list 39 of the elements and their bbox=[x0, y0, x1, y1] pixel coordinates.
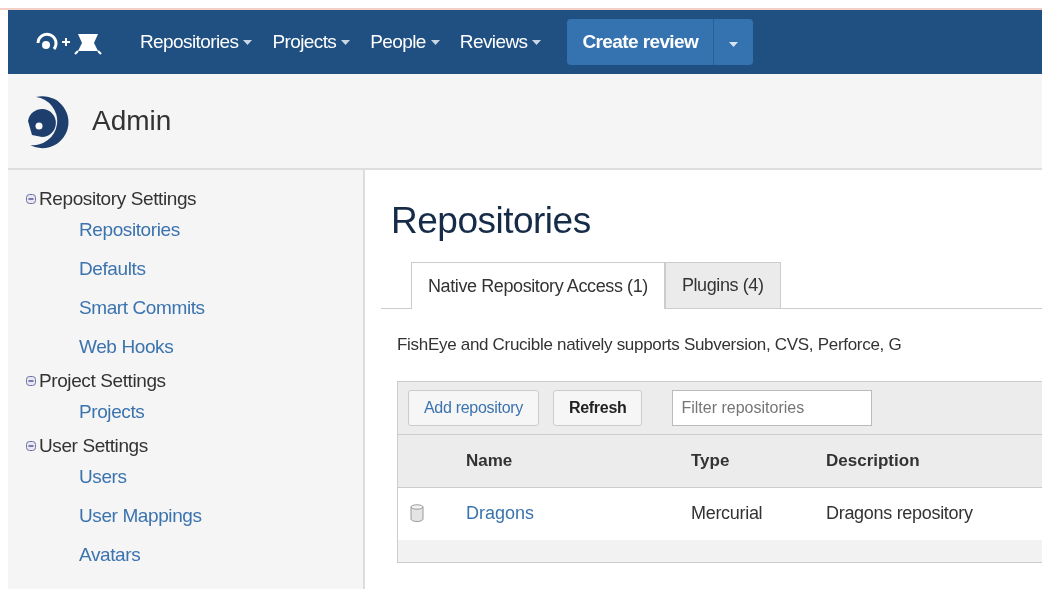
sidebar-link[interactable]: Projects bbox=[26, 394, 363, 433]
tab[interactable]: Native Repository Access (1) bbox=[411, 262, 665, 309]
collapse-icon[interactable] bbox=[26, 441, 36, 451]
caret-icon bbox=[729, 41, 739, 47]
add-repository-button[interactable]: Add repository bbox=[408, 390, 539, 426]
column-header: Name bbox=[466, 451, 514, 471]
sidebar-link[interactable]: User Mappings bbox=[26, 498, 363, 537]
sidebar-link[interactable]: Repositories bbox=[26, 212, 363, 251]
nav-menu[interactable]: Reviews bbox=[453, 31, 556, 53]
table-cell: Dragons repository bbox=[826, 502, 973, 524]
page-title: Admin bbox=[92, 105, 172, 137]
sidebar-link[interactable]: Smart Commits bbox=[26, 290, 363, 329]
sidebar-link[interactable]: Users bbox=[26, 459, 363, 498]
sidebar-link[interactable]: Avatars bbox=[26, 537, 363, 576]
table-cell-text: Mercurial bbox=[691, 502, 764, 524]
caret-icon bbox=[430, 39, 440, 45]
caret-icon bbox=[341, 39, 351, 45]
nav-menu[interactable]: Repositories bbox=[134, 31, 267, 53]
collapse-icon[interactable] bbox=[26, 376, 36, 386]
nav-menu[interactable]: People bbox=[364, 31, 454, 53]
sidebar-section-title: Repository Settings bbox=[39, 188, 197, 210]
description-text: FishEye and Crucible natively supports Subversion, CVS, Perforce, G bbox=[397, 335, 903, 355]
nav-menu[interactable]: Projects bbox=[266, 31, 365, 53]
sidebar-link[interactable]: Web Hooks bbox=[26, 329, 363, 368]
column-header: Type bbox=[691, 451, 731, 471]
sidebar-link[interactable]: Defaults bbox=[26, 251, 363, 290]
database-icon bbox=[410, 504, 424, 522]
caret-icon bbox=[243, 39, 253, 45]
caret-icon bbox=[532, 39, 542, 45]
column-header: Description bbox=[826, 451, 920, 471]
repository-link[interactable]: Dragons bbox=[466, 502, 691, 524]
tab[interactable]: Plugins (4) bbox=[664, 262, 781, 308]
sidebar-section-title: User Settings bbox=[39, 435, 148, 457]
refresh-button[interactable]: Refresh bbox=[552, 390, 643, 426]
filter-field[interactable]: Filter repositories bbox=[672, 390, 873, 426]
create-review-button[interactable]: Create review bbox=[567, 19, 714, 65]
section-heading: Repositories bbox=[391, 200, 592, 242]
sidebar-section-title: Project Settings bbox=[39, 370, 166, 392]
collapse-icon[interactable] bbox=[26, 194, 36, 204]
